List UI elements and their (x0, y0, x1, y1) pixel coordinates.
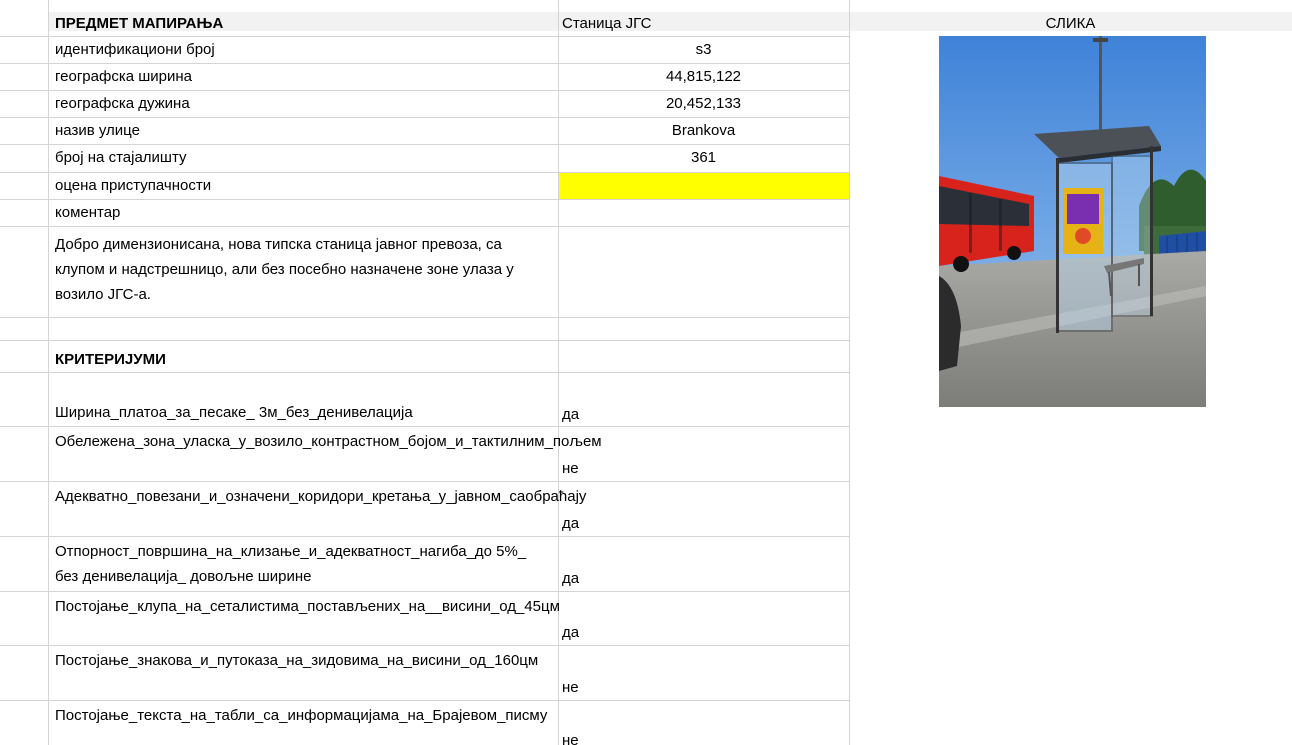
row-divider (0, 340, 849, 341)
row-divider (0, 117, 849, 118)
criteria-title: КРИТЕРИЈУМИ (55, 351, 166, 368)
criterion-value[interactable]: не (562, 459, 579, 479)
criterion-value[interactable]: да (562, 569, 579, 589)
field-value-longitude[interactable]: 20,452,133 (558, 94, 849, 114)
row-divider (0, 536, 849, 537)
field-value-street[interactable]: Brankova (558, 121, 849, 141)
row-divider (0, 317, 849, 318)
row-divider (0, 36, 849, 37)
criterion-value[interactable]: да (562, 514, 579, 534)
row-divider (0, 199, 849, 200)
field-value-stop-number[interactable]: 361 (558, 148, 849, 168)
field-label-stop-number: број на стајалишту (55, 149, 187, 166)
criterion-value[interactable]: не (562, 678, 579, 698)
mapping-subject-title: ПРЕДМЕТ МАПИРАЊА (55, 15, 224, 32)
row-divider (0, 426, 849, 427)
criterion-label: Адекватно_повезани_и_означени_коридори_к… (55, 488, 587, 505)
criterion-value[interactable]: да (562, 623, 579, 643)
field-label-street: назив улице (55, 122, 140, 139)
accessibility-rating-cell[interactable] (558, 173, 849, 199)
spreadsheet: ПРЕДМЕТ МАПИРАЊА Станица ЈГС СЛИКА идент… (0, 0, 1292, 745)
row-divider (0, 372, 849, 373)
row-divider (0, 90, 849, 91)
criterion-label: Отпорност_површина_на_клизање_и_адекватн… (55, 543, 527, 585)
image-column-header: СЛИКА (1045, 15, 1096, 32)
criterion-label: Постојање_текста_на_табли_са_информација… (55, 707, 548, 724)
field-value-latitude[interactable]: 44,815,122 (558, 67, 849, 87)
criterion-label: Ширина_платоа_за_песаке_ 3м_без_денивела… (55, 404, 413, 421)
criterion-label: Обележена_зона_уласка_у_возило_контрастн… (55, 433, 602, 450)
row-divider (0, 226, 849, 227)
row-divider (0, 144, 849, 145)
bus-stop-photo (939, 36, 1206, 407)
field-label-accessibility-rating: оцена приступачности (55, 177, 212, 194)
comment-text[interactable]: Добро димензионисана, нова типска станиц… (55, 232, 550, 307)
row-divider (0, 172, 849, 173)
criterion-label: Постојање_клупа_на_сеталистима_постављен… (55, 598, 560, 615)
row-divider (0, 645, 849, 646)
row-divider (0, 700, 849, 701)
row-divider (0, 481, 849, 482)
station-type: Станица ЈГС (562, 15, 652, 32)
field-label-latitude: географска ширина (55, 68, 192, 85)
field-label-id: идентификациони број (55, 41, 215, 58)
field-label-longitude: географска дужина (55, 95, 190, 112)
criterion-value[interactable]: не (562, 731, 579, 745)
column-divider (849, 0, 850, 745)
criterion-value[interactable]: да (562, 405, 579, 425)
row-divider (0, 591, 849, 592)
criterion-label: Постојање_знакова_и_путоказа_на_зидовима… (55, 652, 539, 669)
row-divider (0, 63, 849, 64)
field-label-comment: коментар (55, 204, 121, 221)
field-value-id[interactable]: s3 (558, 40, 849, 60)
